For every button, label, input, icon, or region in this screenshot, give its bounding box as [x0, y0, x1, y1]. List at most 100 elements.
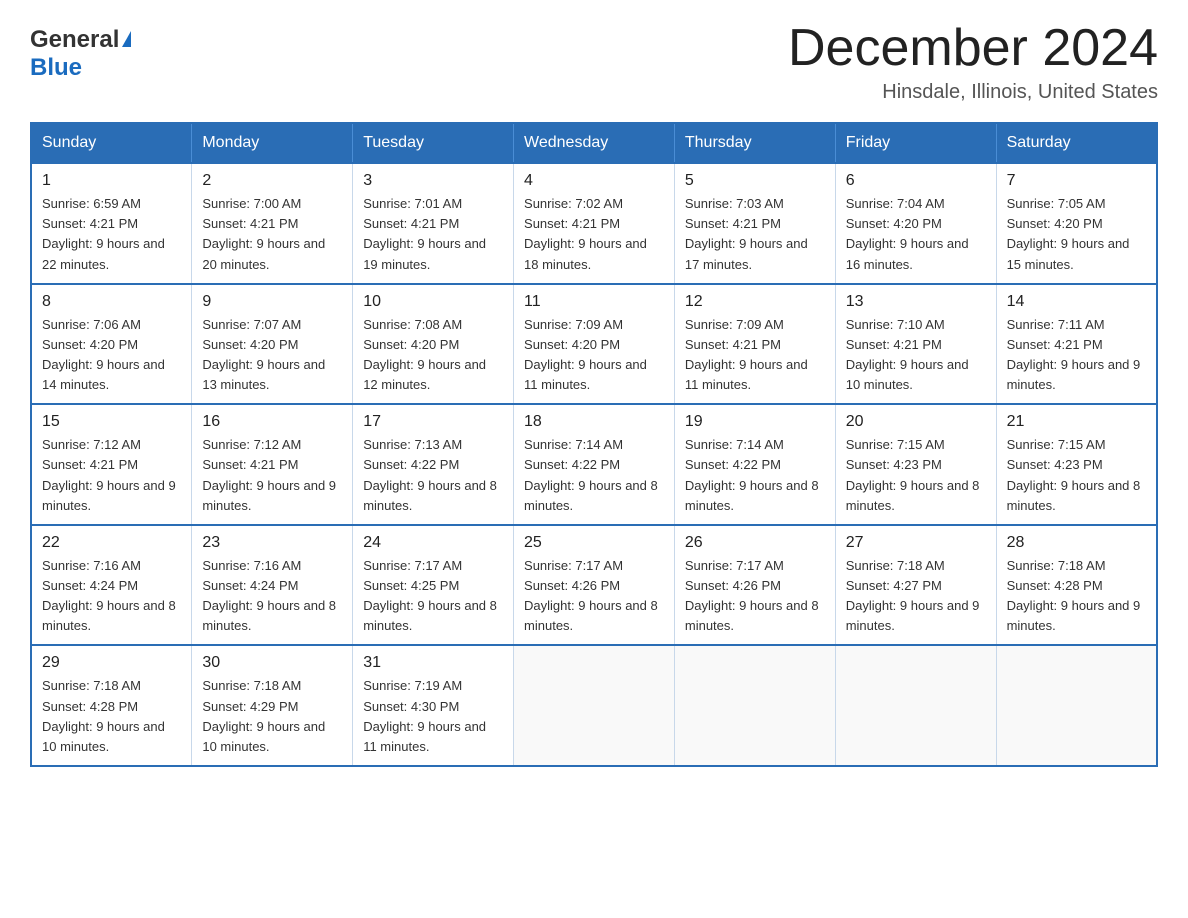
day-number: 10 [363, 293, 503, 311]
calendar-cell [996, 645, 1157, 766]
day-number: 7 [1007, 172, 1146, 190]
logo-general-text: General [30, 26, 119, 54]
day-number: 22 [42, 534, 181, 552]
day-info: Sunrise: 7:19 AM Sunset: 4:30 PM Dayligh… [363, 676, 503, 757]
day-info: Sunrise: 7:17 AM Sunset: 4:26 PM Dayligh… [524, 556, 664, 637]
header-monday: Monday [192, 123, 353, 163]
calendar-cell: 30 Sunrise: 7:18 AM Sunset: 4:29 PM Dayl… [192, 645, 353, 766]
day-info: Sunrise: 7:01 AM Sunset: 4:21 PM Dayligh… [363, 194, 503, 275]
day-info: Sunrise: 7:18 AM Sunset: 4:27 PM Dayligh… [846, 556, 986, 637]
day-info: Sunrise: 7:11 AM Sunset: 4:21 PM Dayligh… [1007, 315, 1146, 396]
calendar-cell: 24 Sunrise: 7:17 AM Sunset: 4:25 PM Dayl… [353, 525, 514, 646]
calendar-week-3: 15 Sunrise: 7:12 AM Sunset: 4:21 PM Dayl… [31, 404, 1157, 525]
day-number: 17 [363, 413, 503, 431]
day-number: 8 [42, 293, 181, 311]
calendar-cell: 1 Sunrise: 6:59 AM Sunset: 4:21 PM Dayli… [31, 163, 192, 284]
day-number: 19 [685, 413, 825, 431]
header-tuesday: Tuesday [353, 123, 514, 163]
day-info: Sunrise: 7:00 AM Sunset: 4:21 PM Dayligh… [202, 194, 342, 275]
logo-triangle-icon [122, 31, 131, 47]
day-info: Sunrise: 7:02 AM Sunset: 4:21 PM Dayligh… [524, 194, 664, 275]
day-info: Sunrise: 7:07 AM Sunset: 4:20 PM Dayligh… [202, 315, 342, 396]
day-info: Sunrise: 7:10 AM Sunset: 4:21 PM Dayligh… [846, 315, 986, 396]
day-number: 11 [524, 293, 664, 311]
header-sunday: Sunday [31, 123, 192, 163]
day-info: Sunrise: 7:18 AM Sunset: 4:28 PM Dayligh… [1007, 556, 1146, 637]
calendar-cell: 6 Sunrise: 7:04 AM Sunset: 4:20 PM Dayli… [835, 163, 996, 284]
calendar-cell: 13 Sunrise: 7:10 AM Sunset: 4:21 PM Dayl… [835, 284, 996, 405]
day-number: 14 [1007, 293, 1146, 311]
day-number: 3 [363, 172, 503, 190]
day-number: 23 [202, 534, 342, 552]
day-number: 20 [846, 413, 986, 431]
location-subtitle: Hinsdale, Illinois, United States [788, 81, 1158, 104]
day-info: Sunrise: 7:16 AM Sunset: 4:24 PM Dayligh… [42, 556, 181, 637]
calendar-cell: 28 Sunrise: 7:18 AM Sunset: 4:28 PM Dayl… [996, 525, 1157, 646]
calendar-week-2: 8 Sunrise: 7:06 AM Sunset: 4:20 PM Dayli… [31, 284, 1157, 405]
page-header: General Blue December 2024 Hinsdale, Ill… [30, 20, 1158, 104]
calendar-table: Sunday Monday Tuesday Wednesday Thursday… [30, 122, 1158, 767]
calendar-cell: 3 Sunrise: 7:01 AM Sunset: 4:21 PM Dayli… [353, 163, 514, 284]
day-info: Sunrise: 7:08 AM Sunset: 4:20 PM Dayligh… [363, 315, 503, 396]
calendar-week-4: 22 Sunrise: 7:16 AM Sunset: 4:24 PM Dayl… [31, 525, 1157, 646]
calendar-cell: 29 Sunrise: 7:18 AM Sunset: 4:28 PM Dayl… [31, 645, 192, 766]
day-info: Sunrise: 7:05 AM Sunset: 4:20 PM Dayligh… [1007, 194, 1146, 275]
day-number: 30 [202, 654, 342, 672]
day-info: Sunrise: 7:18 AM Sunset: 4:29 PM Dayligh… [202, 676, 342, 757]
calendar-cell: 14 Sunrise: 7:11 AM Sunset: 4:21 PM Dayl… [996, 284, 1157, 405]
calendar-week-1: 1 Sunrise: 6:59 AM Sunset: 4:21 PM Dayli… [31, 163, 1157, 284]
day-info: Sunrise: 7:06 AM Sunset: 4:20 PM Dayligh… [42, 315, 181, 396]
day-number: 13 [846, 293, 986, 311]
calendar-cell: 11 Sunrise: 7:09 AM Sunset: 4:20 PM Dayl… [514, 284, 675, 405]
day-number: 2 [202, 172, 342, 190]
calendar-cell: 8 Sunrise: 7:06 AM Sunset: 4:20 PM Dayli… [31, 284, 192, 405]
day-number: 5 [685, 172, 825, 190]
day-info: Sunrise: 7:12 AM Sunset: 4:21 PM Dayligh… [202, 435, 342, 516]
calendar-cell: 17 Sunrise: 7:13 AM Sunset: 4:22 PM Dayl… [353, 404, 514, 525]
calendar-cell: 19 Sunrise: 7:14 AM Sunset: 4:22 PM Dayl… [674, 404, 835, 525]
day-number: 27 [846, 534, 986, 552]
calendar-cell: 15 Sunrise: 7:12 AM Sunset: 4:21 PM Dayl… [31, 404, 192, 525]
calendar-header: Sunday Monday Tuesday Wednesday Thursday… [31, 123, 1157, 163]
day-number: 9 [202, 293, 342, 311]
calendar-cell: 26 Sunrise: 7:17 AM Sunset: 4:26 PM Dayl… [674, 525, 835, 646]
calendar-cell: 31 Sunrise: 7:19 AM Sunset: 4:30 PM Dayl… [353, 645, 514, 766]
day-info: Sunrise: 7:16 AM Sunset: 4:24 PM Dayligh… [202, 556, 342, 637]
logo: General Blue [30, 20, 131, 82]
day-info: Sunrise: 7:09 AM Sunset: 4:20 PM Dayligh… [524, 315, 664, 396]
calendar-cell: 7 Sunrise: 7:05 AM Sunset: 4:20 PM Dayli… [996, 163, 1157, 284]
calendar-cell: 25 Sunrise: 7:17 AM Sunset: 4:26 PM Dayl… [514, 525, 675, 646]
day-info: Sunrise: 7:18 AM Sunset: 4:28 PM Dayligh… [42, 676, 181, 757]
day-info: Sunrise: 7:15 AM Sunset: 4:23 PM Dayligh… [846, 435, 986, 516]
day-number: 1 [42, 172, 181, 190]
month-title: December 2024 [788, 20, 1158, 77]
day-number: 18 [524, 413, 664, 431]
day-number: 24 [363, 534, 503, 552]
day-info: Sunrise: 7:17 AM Sunset: 4:25 PM Dayligh… [363, 556, 503, 637]
day-number: 12 [685, 293, 825, 311]
calendar-cell [674, 645, 835, 766]
day-number: 21 [1007, 413, 1146, 431]
calendar-cell: 23 Sunrise: 7:16 AM Sunset: 4:24 PM Dayl… [192, 525, 353, 646]
day-info: Sunrise: 7:09 AM Sunset: 4:21 PM Dayligh… [685, 315, 825, 396]
day-info: Sunrise: 7:13 AM Sunset: 4:22 PM Dayligh… [363, 435, 503, 516]
calendar-cell: 27 Sunrise: 7:18 AM Sunset: 4:27 PM Dayl… [835, 525, 996, 646]
calendar-cell: 16 Sunrise: 7:12 AM Sunset: 4:21 PM Dayl… [192, 404, 353, 525]
day-number: 16 [202, 413, 342, 431]
calendar-cell: 10 Sunrise: 7:08 AM Sunset: 4:20 PM Dayl… [353, 284, 514, 405]
calendar-cell: 5 Sunrise: 7:03 AM Sunset: 4:21 PM Dayli… [674, 163, 835, 284]
day-info: Sunrise: 7:03 AM Sunset: 4:21 PM Dayligh… [685, 194, 825, 275]
header-thursday: Thursday [674, 123, 835, 163]
header-wednesday: Wednesday [514, 123, 675, 163]
calendar-cell: 12 Sunrise: 7:09 AM Sunset: 4:21 PM Dayl… [674, 284, 835, 405]
day-number: 28 [1007, 534, 1146, 552]
day-number: 15 [42, 413, 181, 431]
header-friday: Friday [835, 123, 996, 163]
logo-blue-text: Blue [30, 54, 82, 81]
calendar-cell [835, 645, 996, 766]
calendar-cell [514, 645, 675, 766]
day-number: 6 [846, 172, 986, 190]
calendar-week-5: 29 Sunrise: 7:18 AM Sunset: 4:28 PM Dayl… [31, 645, 1157, 766]
day-number: 26 [685, 534, 825, 552]
calendar-body: 1 Sunrise: 6:59 AM Sunset: 4:21 PM Dayli… [31, 163, 1157, 766]
